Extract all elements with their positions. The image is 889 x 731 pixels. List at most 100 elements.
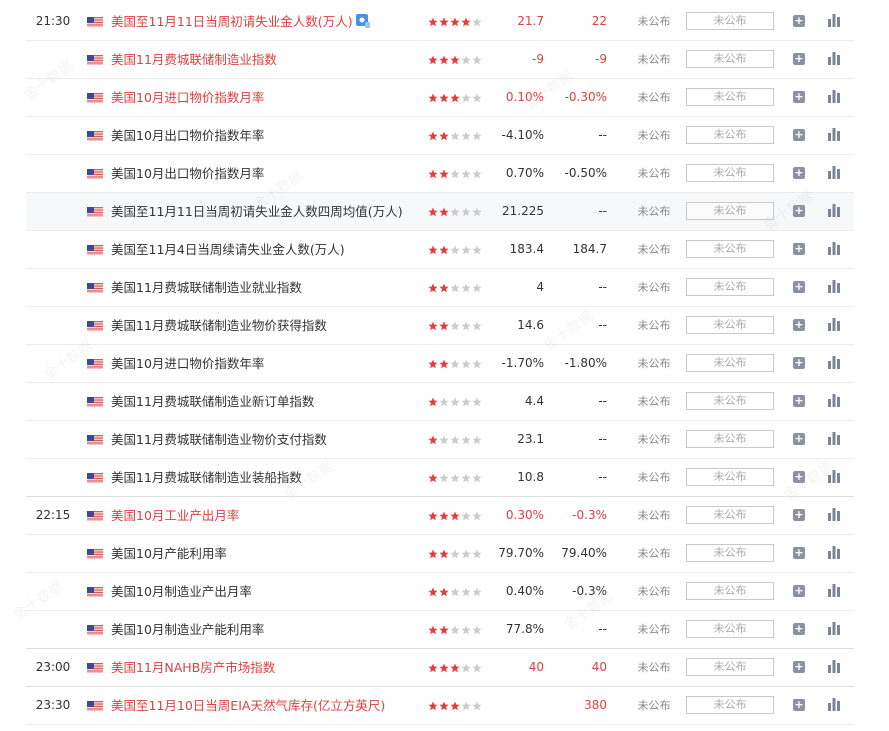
bar-chart-icon[interactable]	[828, 660, 840, 673]
event-name[interactable]: 美国至11月11日当周初请失业金人数四周均值(万人)	[111, 193, 403, 230]
actual-input-field[interactable]: 未公布	[686, 202, 774, 220]
add-reminder-button[interactable]: +	[793, 15, 805, 27]
event-name[interactable]: 美国至11月11日当周初请失业金人数(万人)	[111, 3, 353, 40]
bar-chart-icon[interactable]	[828, 242, 840, 255]
actual-input-field[interactable]: 未公布	[686, 164, 774, 182]
event-name[interactable]: 美国11月NAHB房产市场指数	[111, 649, 275, 686]
actual-input-field[interactable]: 未公布	[686, 12, 774, 30]
add-reminder-button[interactable]: +	[793, 243, 805, 255]
add-reminder-button[interactable]: +	[793, 357, 805, 369]
add-reminder-button[interactable]: +	[793, 281, 805, 293]
star-empty-icon	[450, 358, 460, 369]
add-reminder-button[interactable]: +	[793, 395, 805, 407]
add-reminder-button[interactable]: +	[793, 547, 805, 559]
event-name[interactable]: 美国11月费城联储制造业指数	[111, 41, 277, 78]
add-reminder-button[interactable]: +	[793, 91, 805, 103]
forecast-value: -1.80%	[564, 356, 607, 370]
add-reminder-button[interactable]: +	[793, 699, 805, 711]
add-reminder-button[interactable]: +	[793, 53, 805, 65]
actual-input-field[interactable]: 未公布	[686, 582, 774, 600]
actual-input-field[interactable]: 未公布	[686, 544, 774, 562]
add-reminder-button[interactable]: +	[793, 471, 805, 483]
event-name[interactable]: 美国10月出口物价指数月率	[111, 155, 264, 192]
previous-value: -9	[532, 52, 544, 66]
bar-chart-icon[interactable]	[828, 584, 840, 597]
actual-input-field[interactable]: 未公布	[686, 506, 774, 524]
event-name[interactable]: 美国10月进口物价指数年率	[111, 345, 264, 382]
add-reminder-button[interactable]: +	[793, 129, 805, 141]
add-reminder-button[interactable]: +	[793, 319, 805, 331]
add-reminder-button[interactable]: +	[793, 585, 805, 597]
actual-input-field[interactable]: 未公布	[686, 354, 774, 372]
tag-icon[interactable]	[355, 13, 371, 29]
event-name[interactable]: 美国11月费城联储制造业物价获得指数	[111, 307, 327, 344]
bar-chart-icon[interactable]	[828, 52, 840, 65]
table-row: 23:00 美国11月NAHB房产市场指数 40 40 未公布 未公布 +	[26, 649, 854, 687]
add-reminder-button[interactable]: +	[793, 661, 805, 673]
event-name[interactable]: 美国10月产能利用率	[111, 535, 227, 572]
actual-input-field[interactable]: 未公布	[686, 658, 774, 676]
actual-input-field[interactable]: 未公布	[686, 240, 774, 258]
event-name[interactable]: 美国10月工业产出月率	[111, 497, 239, 534]
actual-value: 未公布	[637, 433, 671, 446]
event-name[interactable]: 美国10月出口物价指数年率	[111, 117, 264, 154]
event-name[interactable]: 美国至11月4日当周续请失业金人数(万人)	[111, 231, 345, 268]
previous-value: 77.8%	[505, 622, 544, 636]
bar-chart-icon[interactable]	[828, 698, 840, 711]
us-flag-icon	[87, 17, 103, 28]
event-name[interactable]: 美国11月费城联储制造业新订单指数	[111, 383, 314, 420]
bar-chart-icon[interactable]	[828, 622, 840, 635]
bar-chart-icon[interactable]	[828, 204, 840, 217]
event-name[interactable]: 美国11月费城联储制造业就业指数	[111, 269, 302, 306]
bar-chart-icon[interactable]	[828, 14, 840, 27]
star-empty-icon	[439, 434, 449, 445]
star-filled-icon	[450, 510, 460, 521]
actual-input-field[interactable]: 未公布	[686, 392, 774, 410]
bar-chart-icon[interactable]	[828, 470, 840, 483]
bar-chart-icon[interactable]	[828, 546, 840, 559]
actual-input-field[interactable]: 未公布	[686, 88, 774, 106]
actual-input-field[interactable]: 未公布	[686, 278, 774, 296]
actual-input-field[interactable]: 未公布	[686, 468, 774, 486]
bar-chart-icon[interactable]	[828, 128, 840, 141]
bar-chart-icon[interactable]	[828, 432, 840, 445]
actual-input-field[interactable]: 未公布	[686, 50, 774, 68]
bar-chart-icon[interactable]	[828, 280, 840, 293]
importance-stars	[428, 700, 484, 711]
actual-input-field[interactable]: 未公布	[686, 430, 774, 448]
event-time: 22:15	[35, 508, 71, 522]
event-name[interactable]: 美国10月制造业产出月率	[111, 573, 252, 610]
event-time	[26, 459, 80, 496]
bar-chart-icon[interactable]	[828, 90, 840, 103]
table-row: 23:30 美国至11月10日当周EIA天然气库存(亿立方英尺) 380 未公布 未公布…	[26, 687, 854, 725]
bar-chart-icon[interactable]	[828, 356, 840, 369]
star-filled-icon	[439, 358, 449, 369]
event-name[interactable]: 美国至11月10日当周EIA天然气库存(亿立方英尺)	[111, 687, 385, 724]
star-filled-icon	[428, 16, 438, 27]
bar-chart-icon[interactable]	[828, 166, 840, 179]
actual-value: 未公布	[637, 243, 671, 256]
table-row: 美国10月出口物价指数月率 0.70% -0.50% 未公布 未公布 +	[26, 155, 854, 193]
event-name[interactable]: 美国11月费城联储制造业装船指数	[111, 459, 302, 496]
add-reminder-button[interactable]: +	[793, 167, 805, 179]
previous-value: 0.30%	[505, 508, 544, 522]
actual-value: 未公布	[637, 319, 671, 332]
add-reminder-button[interactable]: +	[793, 433, 805, 445]
actual-input-field[interactable]: 未公布	[686, 126, 774, 144]
event-name[interactable]: 美国10月制造业产能利用率	[111, 611, 264, 648]
star-filled-icon	[428, 434, 438, 445]
actual-input-field[interactable]: 未公布	[686, 620, 774, 638]
actual-input-field[interactable]: 未公布	[686, 696, 774, 714]
bar-chart-icon[interactable]	[828, 318, 840, 331]
actual-input-field[interactable]: 未公布	[686, 316, 774, 334]
add-reminder-button[interactable]: +	[793, 205, 805, 217]
bar-chart-icon[interactable]	[828, 394, 840, 407]
bar-chart-icon[interactable]	[828, 508, 840, 521]
us-flag-icon	[87, 207, 103, 218]
event-name[interactable]: 美国10月进口物价指数月率	[111, 79, 264, 116]
event-name[interactable]: 美国11月费城联储制造业物价支付指数	[111, 421, 327, 458]
add-reminder-button[interactable]: +	[793, 623, 805, 635]
add-reminder-button[interactable]: +	[793, 509, 805, 521]
actual-value: 未公布	[637, 15, 671, 28]
us-flag-icon	[87, 663, 103, 674]
